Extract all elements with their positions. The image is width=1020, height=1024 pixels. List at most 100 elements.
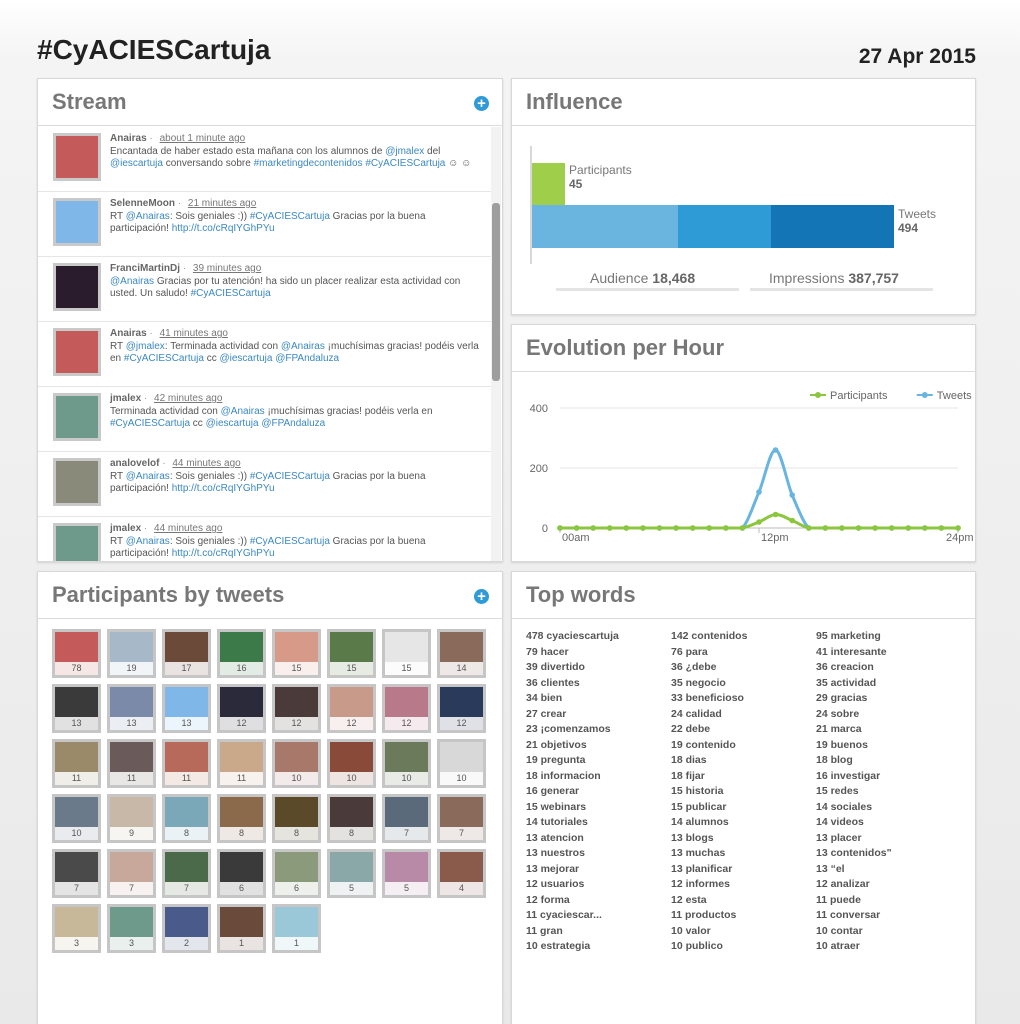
- participant-avatar[interactable]: 13: [52, 684, 101, 733]
- tweet-link[interactable]: @FPAndaluza: [261, 418, 325, 429]
- avatar[interactable]: [53, 263, 101, 311]
- participant-avatar[interactable]: 12: [217, 684, 266, 733]
- tweet-item[interactable]: FranciMartinDj · 39 minutes ago @Anairas …: [38, 257, 492, 322]
- participant-avatar[interactable]: 12: [327, 684, 376, 733]
- participant-avatar[interactable]: 19: [107, 629, 156, 678]
- participant-avatar[interactable]: 11: [217, 739, 266, 788]
- tweet-user[interactable]: Anairas: [110, 133, 147, 144]
- participant-avatar[interactable]: 17: [162, 629, 211, 678]
- tweet-user[interactable]: analovelof: [110, 458, 159, 469]
- avatar[interactable]: [53, 523, 101, 561]
- participant-avatar[interactable]: 7: [437, 794, 486, 843]
- participant-avatar[interactable]: 8: [162, 794, 211, 843]
- tweet-link[interactable]: #marketingdecontenidos: [254, 158, 363, 169]
- stream-add-icon[interactable]: +: [474, 96, 489, 111]
- participant-avatar[interactable]: 8: [272, 794, 321, 843]
- tweet-user[interactable]: Anairas: [110, 328, 147, 339]
- tweet-link[interactable]: @jmalex: [126, 341, 165, 352]
- tweet-link[interactable]: http://t.co/cRqIYGhPYu: [172, 483, 275, 494]
- tweet-link[interactable]: #CyACIESCartuja: [191, 288, 271, 299]
- participant-avatar[interactable]: 13: [162, 684, 211, 733]
- tweet-link[interactable]: @FPAndaluza: [275, 353, 339, 364]
- tweet-link[interactable]: @Anairas: [221, 406, 265, 417]
- participant-avatar[interactable]: 15: [272, 629, 321, 678]
- participant-avatar[interactable]: 12: [272, 684, 321, 733]
- participant-avatar[interactable]: 11: [107, 739, 156, 788]
- participant-avatar[interactable]: 9: [107, 794, 156, 843]
- participant-avatar[interactable]: 7: [382, 794, 431, 843]
- tweet-link[interactable]: @Anairas: [126, 211, 170, 222]
- participant-avatar[interactable]: 14: [437, 629, 486, 678]
- participant-avatar[interactable]: 1: [272, 904, 321, 953]
- participant-avatar[interactable]: 8: [217, 794, 266, 843]
- participant-avatar[interactable]: 6: [272, 849, 321, 898]
- participant-avatar[interactable]: 2: [162, 904, 211, 953]
- tweet-item[interactable]: jmalex · 42 minutes ago Terminada activid…: [38, 387, 492, 452]
- participant-avatar[interactable]: 13: [107, 684, 156, 733]
- tweet-user[interactable]: SelenneMoon: [110, 198, 175, 209]
- tweet-user[interactable]: FranciMartinDj: [110, 263, 180, 274]
- participant-avatar[interactable]: 8: [327, 794, 376, 843]
- participant-avatar[interactable]: 10: [382, 739, 431, 788]
- participant-avatar[interactable]: 16: [217, 629, 266, 678]
- tweet-item[interactable]: Anairas · about 1 minute ago Encantada de…: [38, 127, 492, 192]
- tweet-link[interactable]: http://t.co/cRqIYGhPYu: [172, 223, 275, 234]
- participant-avatar[interactable]: 3: [107, 904, 156, 953]
- participant-avatar[interactable]: 11: [52, 739, 101, 788]
- tweet-user[interactable]: jmalex: [110, 523, 141, 534]
- avatar[interactable]: [53, 133, 101, 181]
- tweet-time[interactable]: 21 minutes ago: [188, 198, 256, 209]
- participant-avatar[interactable]: 10: [437, 739, 486, 788]
- tweet-link[interactable]: #CyACIESCartuja: [250, 471, 330, 482]
- participant-avatar[interactable]: 3: [52, 904, 101, 953]
- tweet-time[interactable]: about 1 minute ago: [160, 133, 246, 144]
- avatar[interactable]: [53, 458, 101, 506]
- participant-avatar[interactable]: 6: [217, 849, 266, 898]
- participant-avatar[interactable]: 10: [52, 794, 101, 843]
- avatar[interactable]: [53, 393, 101, 441]
- participant-avatar[interactable]: 7: [162, 849, 211, 898]
- participant-avatar[interactable]: 10: [327, 739, 376, 788]
- participant-avatar[interactable]: 4: [437, 849, 486, 898]
- tweet-link[interactable]: @Anairas: [126, 536, 170, 547]
- tweet-item[interactable]: SelenneMoon · 21 minutes ago RT @Anairas:…: [38, 192, 492, 257]
- tweet-link[interactable]: @jmalex: [385, 146, 424, 157]
- tweet-link[interactable]: @iescartuja: [206, 418, 259, 429]
- participant-avatar[interactable]: 12: [382, 684, 431, 733]
- tweet-link[interactable]: #CyACIESCartuja: [110, 418, 190, 429]
- tweet-time[interactable]: 42 minutes ago: [154, 393, 222, 404]
- participant-avatar[interactable]: 15: [327, 629, 376, 678]
- tweet-item[interactable]: Anairas · 41 minutes ago RT @jmalex: Term…: [38, 322, 492, 387]
- tweet-link[interactable]: @Anairas: [110, 276, 154, 287]
- tweet-link[interactable]: @Anairas: [126, 471, 170, 482]
- tweet-link[interactable]: #CyACIESCartuja: [250, 211, 330, 222]
- tweet-user[interactable]: jmalex: [110, 393, 141, 404]
- stream-scroll-thumb[interactable]: [492, 203, 500, 381]
- participant-avatar[interactable]: 1: [217, 904, 266, 953]
- tweet-time[interactable]: 44 minutes ago: [154, 523, 222, 534]
- tweet-time[interactable]: 44 minutes ago: [172, 458, 240, 469]
- tweet-item[interactable]: jmalex · 44 minutes ago RT @Anairas: Sois…: [38, 517, 492, 561]
- tweet-time[interactable]: 41 minutes ago: [160, 328, 228, 339]
- participant-avatar[interactable]: 7: [107, 849, 156, 898]
- tweet-link[interactable]: http://t.co/cRqIYGhPYu: [172, 548, 275, 559]
- tweet-link[interactable]: @Anairas: [281, 341, 325, 352]
- participant-avatar[interactable]: 7: [52, 849, 101, 898]
- participant-avatar[interactable]: 78: [52, 629, 101, 678]
- avatar[interactable]: [53, 328, 101, 376]
- participant-avatar[interactable]: 10: [272, 739, 321, 788]
- tweet-link[interactable]: @iescartuja: [220, 353, 273, 364]
- tweet-link[interactable]: #CyACIESCartuja: [250, 536, 330, 547]
- participant-avatar[interactable]: 5: [327, 849, 376, 898]
- tweet-time[interactable]: 39 minutes ago: [193, 263, 261, 274]
- participant-avatar[interactable]: 12: [437, 684, 486, 733]
- tweet-link[interactable]: #CyACIESCartuja: [365, 158, 445, 169]
- participants-add-icon[interactable]: +: [474, 589, 489, 604]
- tweet-link[interactable]: #CyACIESCartuja: [124, 353, 204, 364]
- tweet-item[interactable]: analovelof · 44 minutes ago RT @Anairas: …: [38, 452, 492, 517]
- avatar[interactable]: [53, 198, 101, 246]
- tweet-link[interactable]: @iescartuja: [110, 158, 163, 169]
- participant-avatar[interactable]: 5: [382, 849, 431, 898]
- participant-avatar[interactable]: 11: [162, 739, 211, 788]
- participant-avatar[interactable]: 15: [382, 629, 431, 678]
